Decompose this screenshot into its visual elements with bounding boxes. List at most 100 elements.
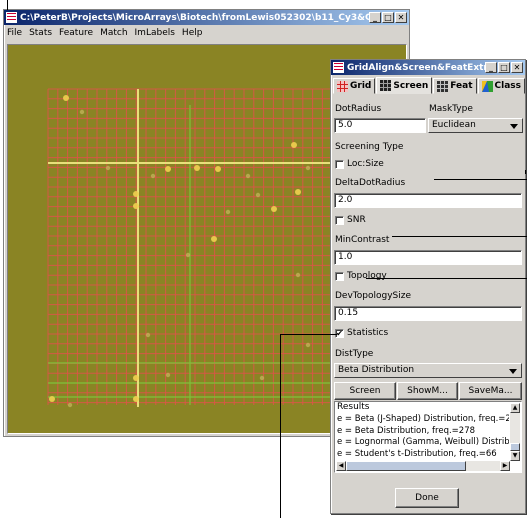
menu-stats[interactable]: Stats — [29, 28, 52, 38]
screen-icon — [380, 80, 392, 91]
min-contrast-input[interactable]: 1.0 — [334, 250, 522, 265]
results-list[interactable]: e = Beta (J-Shaped) Distribution, freq.=… — [337, 414, 509, 460]
tab-feat[interactable]: Feat — [433, 78, 477, 94]
min-contrast-label: MinContrast — [335, 235, 390, 245]
dev-topology-size-input[interactable]: 0.15 — [334, 306, 522, 321]
leader-line-min-contrast — [392, 236, 527, 237]
scroll-down-icon[interactable]: ▼ — [510, 451, 520, 461]
results-vertical-scrollbar[interactable]: ▲ ▼ — [510, 403, 520, 461]
class-icon — [481, 80, 493, 92]
leader-line — [525, 170, 526, 174]
faint-spot — [255, 192, 261, 198]
dist-type-select[interactable]: Beta Distribution — [334, 363, 522, 378]
dot-radius-input[interactable]: 5.0 — [334, 118, 426, 133]
grid-icon — [337, 80, 348, 92]
leader-line-topology — [366, 278, 527, 279]
menu-feature[interactable]: Feature — [59, 28, 93, 38]
main-title-bar[interactable]: C:\PeterB\Projects\MicroArrays\Biotech\f… — [4, 10, 409, 25]
menu-help[interactable]: Help — [182, 28, 203, 38]
scroll-right-icon[interactable]: ▶ — [500, 461, 510, 471]
dialog-title: GridAlign&Screen&FeatExtract — [347, 62, 485, 73]
scroll-up-icon[interactable]: ▲ — [510, 403, 520, 413]
list-item[interactable]: e = Beta (J-Shaped) Distribution, freq.=… — [337, 414, 509, 426]
scroll-left-icon[interactable]: ◀ — [336, 461, 346, 471]
statistics-checkbox[interactable]: ✔ Statistics — [335, 328, 388, 338]
screen-button[interactable]: Screen — [334, 382, 396, 400]
tab-screen[interactable]: Screen — [376, 77, 433, 94]
faint-spot — [305, 165, 311, 171]
bright-spot — [49, 396, 55, 402]
delta-dot-radius-input[interactable]: 2.0 — [334, 193, 522, 208]
list-item[interactable]: e = Beta Distribution, freq.=278 — [337, 426, 509, 438]
results-panel: Results e = Beta (J-Shaped) Distribution… — [334, 401, 522, 473]
faint-spot — [150, 173, 156, 179]
mask-type-label: MaskType — [429, 104, 473, 114]
bright-spot — [133, 203, 139, 209]
minimize-button[interactable]: _ — [369, 12, 381, 23]
results-horizontal-scrollbar[interactable]: ◀ ▶ — [336, 461, 510, 471]
faint-spot — [165, 372, 171, 378]
done-button[interactable]: Done — [395, 488, 459, 508]
chevron-down-icon — [509, 369, 517, 374]
snr-checkbox-box[interactable] — [335, 215, 344, 225]
maximize-button[interactable]: □ — [382, 12, 394, 23]
leader-line-statistics-v — [280, 334, 281, 518]
main-window-title: C:\PeterB\Projects\MicroArrays\Biotech\f… — [20, 12, 369, 23]
faint-spot — [295, 272, 301, 278]
leader-line-delta-dot-radius — [434, 179, 527, 180]
faint-spot — [259, 375, 265, 381]
tab-class[interactable]: Class — [477, 78, 525, 94]
results-label: Results — [337, 402, 370, 412]
dialog-minimize-button[interactable]: _ — [485, 62, 497, 73]
list-item[interactable]: e = Student's t-Distribution, freq.=66 — [337, 449, 509, 461]
chevron-down-icon — [510, 124, 518, 129]
faint-spot — [185, 252, 191, 258]
snr-checkbox[interactable]: SNR — [335, 215, 366, 225]
topology-checkbox[interactable]: Topology — [335, 271, 387, 281]
show-m-button[interactable]: ShowM... — [397, 382, 458, 400]
faint-spot — [225, 209, 231, 215]
loc-size-checkbox[interactable]: Loc:Size — [335, 159, 384, 169]
bright-spot — [291, 142, 297, 148]
loc-size-checkbox-box[interactable] — [335, 159, 344, 169]
bright-spot — [133, 191, 139, 197]
leader-line-top — [7, 0, 8, 10]
statistics-checkbox-box[interactable]: ✔ — [335, 328, 344, 338]
bright-spot — [295, 189, 301, 195]
topology-checkbox-box[interactable] — [335, 271, 344, 281]
menu-file[interactable]: File — [7, 28, 22, 38]
tab-grid[interactable]: Grid — [333, 78, 376, 94]
dialog-title-bar[interactable]: GridAlign&Screen&FeatExtract _ □ ✕ — [331, 60, 525, 75]
faint-spot — [67, 402, 73, 408]
faint-spot — [145, 332, 151, 338]
mask-type-select[interactable]: Euclidean — [428, 118, 523, 133]
faint-spot — [305, 342, 311, 348]
close-button[interactable]: ✕ — [395, 12, 407, 23]
dialog-maximize-button[interactable]: □ — [498, 62, 510, 73]
results-hscroll-thumb[interactable] — [346, 461, 466, 471]
leader-line-statistics-h — [280, 334, 337, 335]
results-vscroll-thumb[interactable] — [510, 443, 520, 451]
feat-icon — [437, 80, 449, 92]
bright-spot — [271, 206, 277, 212]
dev-topology-size-label: DevTopologySize — [335, 291, 412, 301]
bright-spot — [133, 396, 139, 402]
bright-spot — [165, 166, 171, 172]
menu-imlabels[interactable]: ImLabels — [135, 28, 175, 38]
bright-spot — [63, 95, 69, 101]
faint-spot — [105, 165, 111, 171]
faint-spot — [79, 109, 85, 115]
bright-spot — [211, 236, 217, 242]
dialog-close-button[interactable]: ✕ — [511, 62, 523, 73]
app-icon — [6, 12, 17, 23]
dot-radius-label: DotRadius — [335, 104, 382, 114]
bright-spot — [215, 166, 221, 172]
menu-bar: File Stats Feature Match ImLabels Help — [4, 25, 409, 41]
faint-spot — [245, 173, 251, 179]
delta-dot-radius-label: DeltaDotRadius — [335, 178, 406, 188]
save-ma-button[interactable]: SaveMa... — [459, 382, 522, 400]
list-item[interactable]: e = Lognormal (Gamma, Weibull) Distribut… — [337, 437, 509, 449]
menu-match[interactable]: Match — [100, 28, 127, 38]
dist-type-label: DistType — [335, 349, 374, 359]
bright-spot — [133, 375, 139, 381]
